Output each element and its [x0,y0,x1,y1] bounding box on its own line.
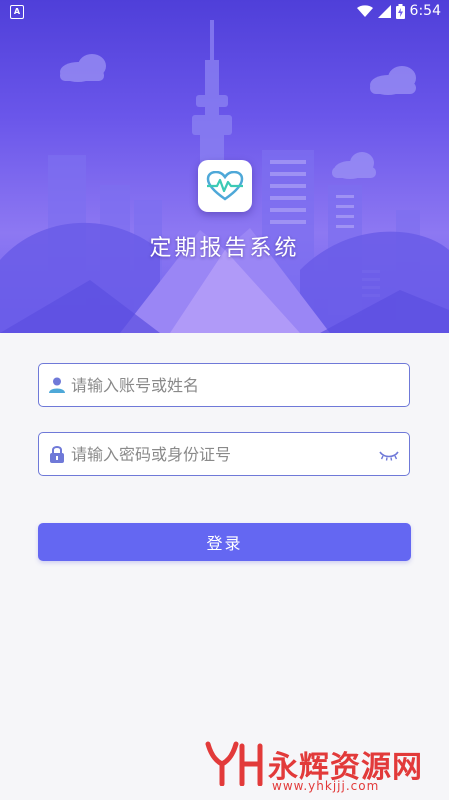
status-time: 6:54 [409,3,441,19]
password-field[interactable] [38,432,410,476]
notification-icon: A [10,5,24,19]
username-field[interactable] [38,363,410,407]
eye-closed-icon[interactable] [379,449,399,461]
watermark-url: www.yhkjjj.com [272,779,380,793]
battery-charging-icon [395,3,405,19]
app-logo [198,160,252,212]
lock-icon [50,446,64,463]
signal-icon [377,4,391,18]
status-bar: A 6:54 [0,0,449,24]
watermark-logo-icon [205,741,263,786]
heart-pulse-icon [206,171,244,201]
hero-banner: 定期报告系统 [0,0,449,333]
app-title: 定期报告系统 [149,236,300,261]
user-icon [49,377,65,393]
wifi-icon [356,4,373,17]
password-input[interactable] [71,433,371,475]
login-button[interactable]: 登录 [38,523,411,561]
username-input[interactable] [71,364,371,406]
